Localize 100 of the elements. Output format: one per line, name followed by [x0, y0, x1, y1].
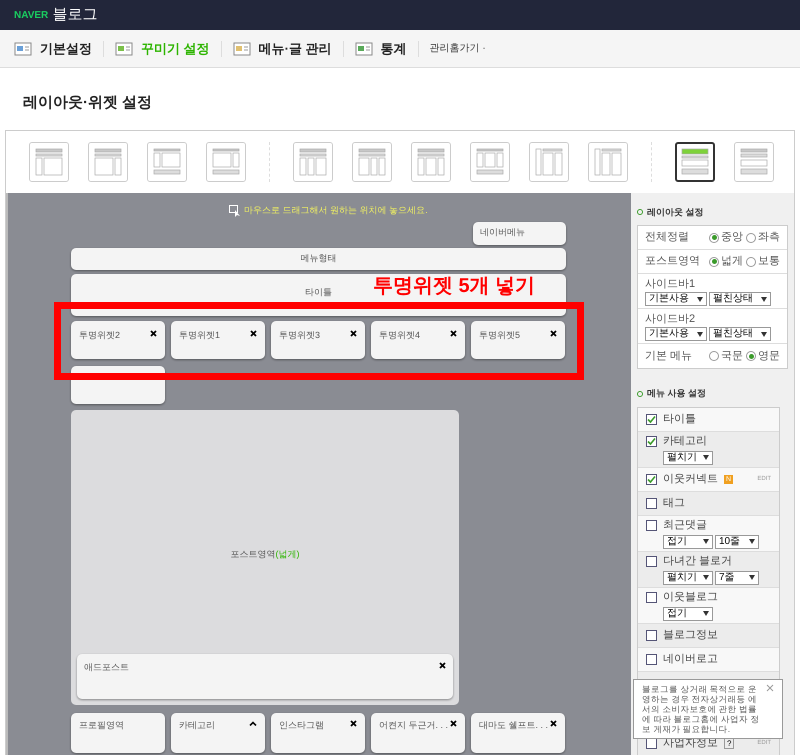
layout-icon — [475, 146, 505, 176]
layout-icon — [298, 146, 328, 176]
select-field[interactable]: 펼친상태 — [709, 292, 771, 306]
menu-item-label: 태그 — [663, 496, 685, 511]
close-icon[interactable] — [350, 330, 357, 336]
caret-icon — [761, 332, 767, 337]
widget-block[interactable]: 인스타그램 — [271, 712, 365, 752]
menu-item-label: 카테고리 — [663, 434, 707, 450]
widget-block[interactable]: 투명위젯1 — [171, 320, 265, 358]
nav-tab[interactable]: 기본설정 — [14, 38, 92, 58]
widget-block[interactable]: 투명위젯4 — [371, 320, 465, 358]
layout-icon — [152, 146, 182, 176]
caret-icon — [703, 575, 709, 580]
widget-block[interactable]: 대마도 쉘프트. . . — [471, 712, 565, 752]
select-field[interactable]: 기본사용 — [645, 327, 707, 342]
nav-tab[interactable]: 메뉴·글 관리 — [232, 38, 332, 58]
radio-label: 중앙 — [721, 230, 743, 246]
select-field[interactable]: 7줄 — [715, 570, 759, 585]
widget-block[interactable]: 투명위젯5 — [471, 320, 565, 358]
radio-button[interactable] — [709, 232, 719, 242]
setting-label: 포스트영역 — [645, 254, 700, 270]
layout-icon — [34, 146, 64, 176]
close-icon[interactable] — [450, 720, 457, 726]
caret-icon — [697, 296, 703, 302]
close-icon[interactable] — [439, 662, 446, 668]
close-icon[interactable] — [150, 330, 157, 336]
setting-label: 사이드바1 — [645, 276, 696, 292]
layout-icon — [534, 146, 564, 176]
checkbox[interactable] — [646, 414, 657, 424]
layout-icon — [416, 146, 446, 176]
close-icon[interactable] — [250, 330, 257, 336]
checkbox[interactable] — [646, 630, 657, 640]
checkbox[interactable] — [646, 556, 657, 567]
blog-title[interactable]: 블로그 — [52, 4, 98, 26]
section-heading: 레이아웃 설정 — [647, 206, 704, 218]
radio-label: 좌측 — [758, 230, 780, 246]
cursor-icon — [229, 204, 242, 216]
layout-icon — [739, 146, 769, 176]
radio-button[interactable] — [746, 351, 756, 361]
section-heading: 메뉴 사용 설정 — [647, 387, 706, 400]
layout-icon — [93, 146, 123, 176]
title-block[interactable]: 타이틀 — [305, 286, 332, 300]
layout-icon — [357, 146, 387, 176]
post-area-label: 포스트영역 — [230, 548, 276, 561]
radio-label: 넓게 — [721, 254, 743, 270]
annotation-text: 투명위젯 5개 넣기 — [373, 274, 536, 299]
select-field[interactable]: 펼치기 — [663, 450, 713, 465]
widget-block[interactable]: 투명위젯3 — [271, 320, 365, 358]
radio-button[interactable] — [746, 232, 756, 242]
radio-button[interactable] — [709, 256, 719, 266]
drag-hint: 마우스로 드래그해서 원하는 위치에 놓으세요. — [244, 204, 428, 217]
menu-item-label: 최근댓글 — [663, 518, 707, 534]
radio-button[interactable] — [746, 256, 756, 266]
checkbox[interactable] — [646, 520, 657, 531]
select-field[interactable]: 펼친상태 — [709, 327, 771, 342]
nav-tab[interactable]: 통계 — [354, 38, 407, 58]
select-field[interactable]: 접기 — [663, 606, 713, 621]
adpost-block[interactable]: 애드포스트 — [77, 654, 453, 698]
bullet-icon — [637, 390, 643, 397]
checkbox[interactable] — [646, 474, 657, 484]
post-area-block[interactable]: 포스트영역(넓게) 애드포스트 — [71, 410, 459, 704]
setting-label: 전체정렬 — [645, 230, 689, 246]
caret-icon — [703, 611, 709, 616]
bullet-icon — [637, 209, 643, 216]
post-area-width-note: (넓게) — [276, 548, 300, 561]
select-field[interactable]: 접기 — [663, 534, 713, 549]
menu-item-label: 이웃블로그 — [663, 590, 718, 606]
layout-icon — [211, 146, 241, 176]
widget-block[interactable]: 카테고리 — [171, 712, 265, 752]
radio-button[interactable] — [709, 351, 719, 361]
close-icon[interactable] — [450, 330, 457, 336]
menu-type-block[interactable]: 메뉴형태 — [71, 248, 566, 270]
collapse-icon[interactable] — [249, 720, 257, 726]
naver-logo[interactable]: NAVER — [14, 8, 48, 22]
close-icon[interactable] — [550, 330, 557, 336]
checkbox[interactable] — [646, 654, 657, 664]
window-icon — [14, 40, 34, 56]
layout-option[interactable] — [675, 142, 715, 182]
caret-icon — [749, 575, 755, 580]
layout-icon — [593, 146, 623, 176]
widget-block[interactable]: 투명위젯2 — [71, 320, 165, 358]
setting-label: 기본 메뉴 — [645, 348, 692, 364]
menu-item-label: 다녀간 블로거 — [663, 554, 732, 570]
admin-home-link[interactable]: 관리홈가기 · — [430, 41, 486, 56]
close-icon[interactable] — [550, 720, 557, 726]
close-icon[interactable] — [350, 720, 357, 726]
checkbox[interactable] — [646, 436, 657, 447]
select-field[interactable]: 10줄 — [715, 534, 759, 549]
widget-block[interactable]: 프로필영역 — [71, 712, 165, 752]
tooltip-text: 블로그를 상거래 목적으로 운영하는 경우 전자상거래등 에서의 소비자보호에 관한 법률에 따라 블로그홈에 사업자 정보 게재가 필요합니다. — [642, 684, 760, 734]
widget-block[interactable]: 어켠지 두근거. . . — [371, 712, 465, 752]
checkbox[interactable] — [646, 592, 657, 603]
menu-item-label: 블로그정보 — [663, 628, 718, 643]
select-field[interactable]: 펼치기 — [663, 570, 713, 585]
caret-icon — [703, 539, 709, 544]
select-field[interactable]: 기본사용 — [645, 292, 707, 306]
checkbox[interactable] — [646, 498, 657, 508]
radio-label: 보통 — [758, 254, 780, 270]
naver-menu-block[interactable]: 네이버메뉴 — [473, 222, 566, 244]
menu-item-label: 타이틀 — [663, 412, 696, 427]
